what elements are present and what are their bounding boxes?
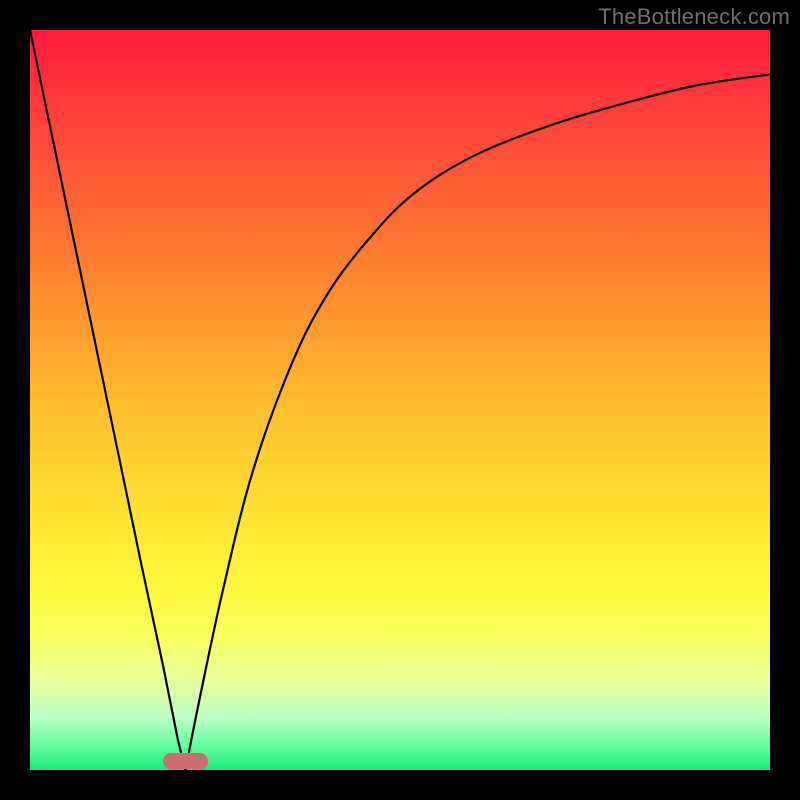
plot-area [30, 30, 770, 770]
curve-left-branch [30, 30, 185, 770]
minimum-marker [163, 753, 207, 769]
bottleneck-curve [30, 30, 770, 770]
curve-right-branch [185, 74, 770, 770]
watermark-text: TheBottleneck.com [598, 4, 790, 30]
chart-frame: TheBottleneck.com [0, 0, 800, 800]
